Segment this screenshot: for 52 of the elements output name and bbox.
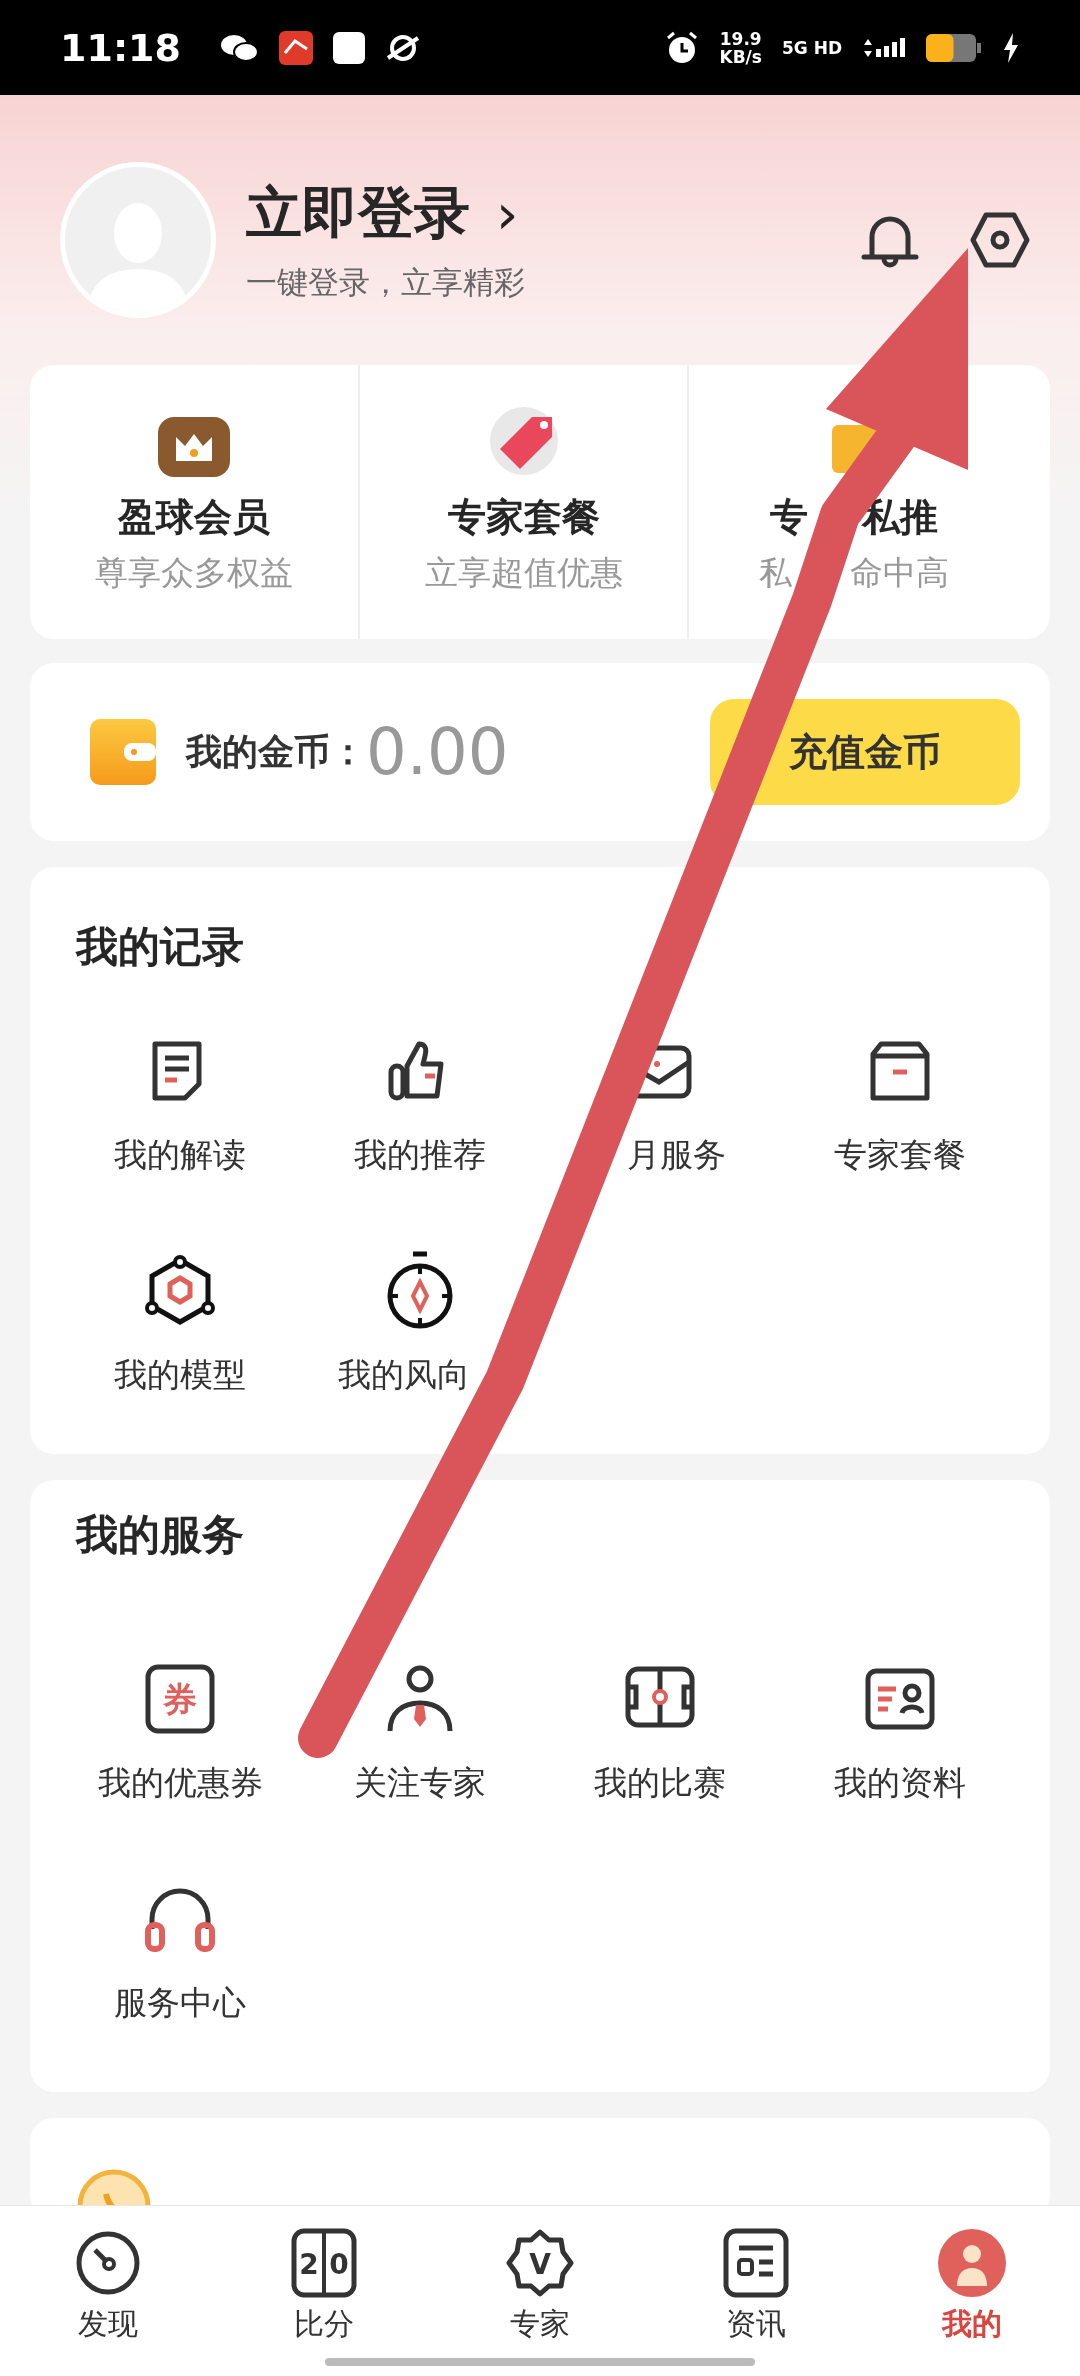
record-item[interactable]: 我的模型 <box>60 1251 300 1394</box>
badge-icon: V <box>505 2228 575 2298</box>
promo-subtitle: 尊享众多权益 <box>95 554 293 592</box>
promo-title: 专 <box>769 495 808 540</box>
nav-tab[interactable]: 发现 <box>0 2206 216 2376</box>
network-speed: 19.9 KB/s <box>719 29 762 66</box>
app-icon <box>278 30 313 65</box>
nav-tab[interactable]: V 专家 <box>432 2206 648 2376</box>
record-item[interactable]: 我的解读 <box>60 1031 300 1174</box>
chevron-right-icon: › <box>496 186 519 242</box>
nav-tab[interactable]: 我的 <box>864 2206 1080 2376</box>
profile-icon <box>937 2228 1007 2298</box>
record-item[interactable]: 我的推荐 <box>300 1031 540 1174</box>
login-subtitle: 一键登录，立享精彩 <box>246 263 526 302</box>
network-type: 5G HD <box>781 37 842 58</box>
hexagon-network-icon <box>143 1254 217 1328</box>
alarm-icon <box>665 30 700 65</box>
status-time: 11:18 <box>60 25 181 70</box>
scoreboard-icon: 2 0 <box>291 2228 357 2298</box>
signal-icon <box>862 36 906 59</box>
section-title: 我的服务 <box>74 1510 245 1560</box>
charging-icon <box>1002 32 1020 63</box>
service-item[interactable]: 关注专家 <box>300 1659 540 1802</box>
record-item[interactable]: 月服务 <box>540 1031 780 1174</box>
nav-tab[interactable]: 资讯 <box>648 2206 864 2376</box>
promo-item[interactable]: 盈球会员 尊享众多权益 <box>30 365 358 639</box>
login-link[interactable]: 立即登录 <box>246 176 470 252</box>
promo-subtitle: 私 <box>758 554 792 592</box>
crown-icon <box>158 417 230 477</box>
promo-item[interactable]: 专家套餐 立享超值优惠 <box>358 365 687 639</box>
record-item[interactable]: 专家套餐 <box>780 1031 1020 1174</box>
promo-title: 专家套餐 <box>447 495 600 540</box>
nav-tab[interactable]: 2 0 比分 <box>216 2206 432 2376</box>
service-item[interactable]: 服务中心 <box>60 1879 300 2022</box>
battery-icon <box>926 33 982 62</box>
service-item[interactable]: 我的比赛 <box>540 1659 780 1802</box>
record-item[interactable]: 我的风向 <box>300 1251 540 1394</box>
promo-title: 盈球会员 <box>118 495 270 540</box>
settings-button[interactable] <box>970 212 1030 268</box>
service-item[interactable]: 券 我的优惠券 <box>60 1659 300 1802</box>
settings-icon <box>970 212 1030 268</box>
coin-amount: 0.00 <box>366 715 509 789</box>
promo-subtitle: 立享超值优惠 <box>424 554 623 592</box>
coin-label: 我的金币： <box>186 729 366 774</box>
square-icon <box>332 31 365 64</box>
wallet-icon <box>90 719 156 785</box>
news-icon <box>723 2228 789 2298</box>
sale-tag-icon <box>487 405 560 477</box>
service-item[interactable]: 我的资料 <box>780 1659 1020 1802</box>
coupon-icon: 券 <box>144 1663 216 1735</box>
promo-subtitle: 命中高 <box>849 554 949 592</box>
section-title: 我的记录 <box>74 922 245 972</box>
